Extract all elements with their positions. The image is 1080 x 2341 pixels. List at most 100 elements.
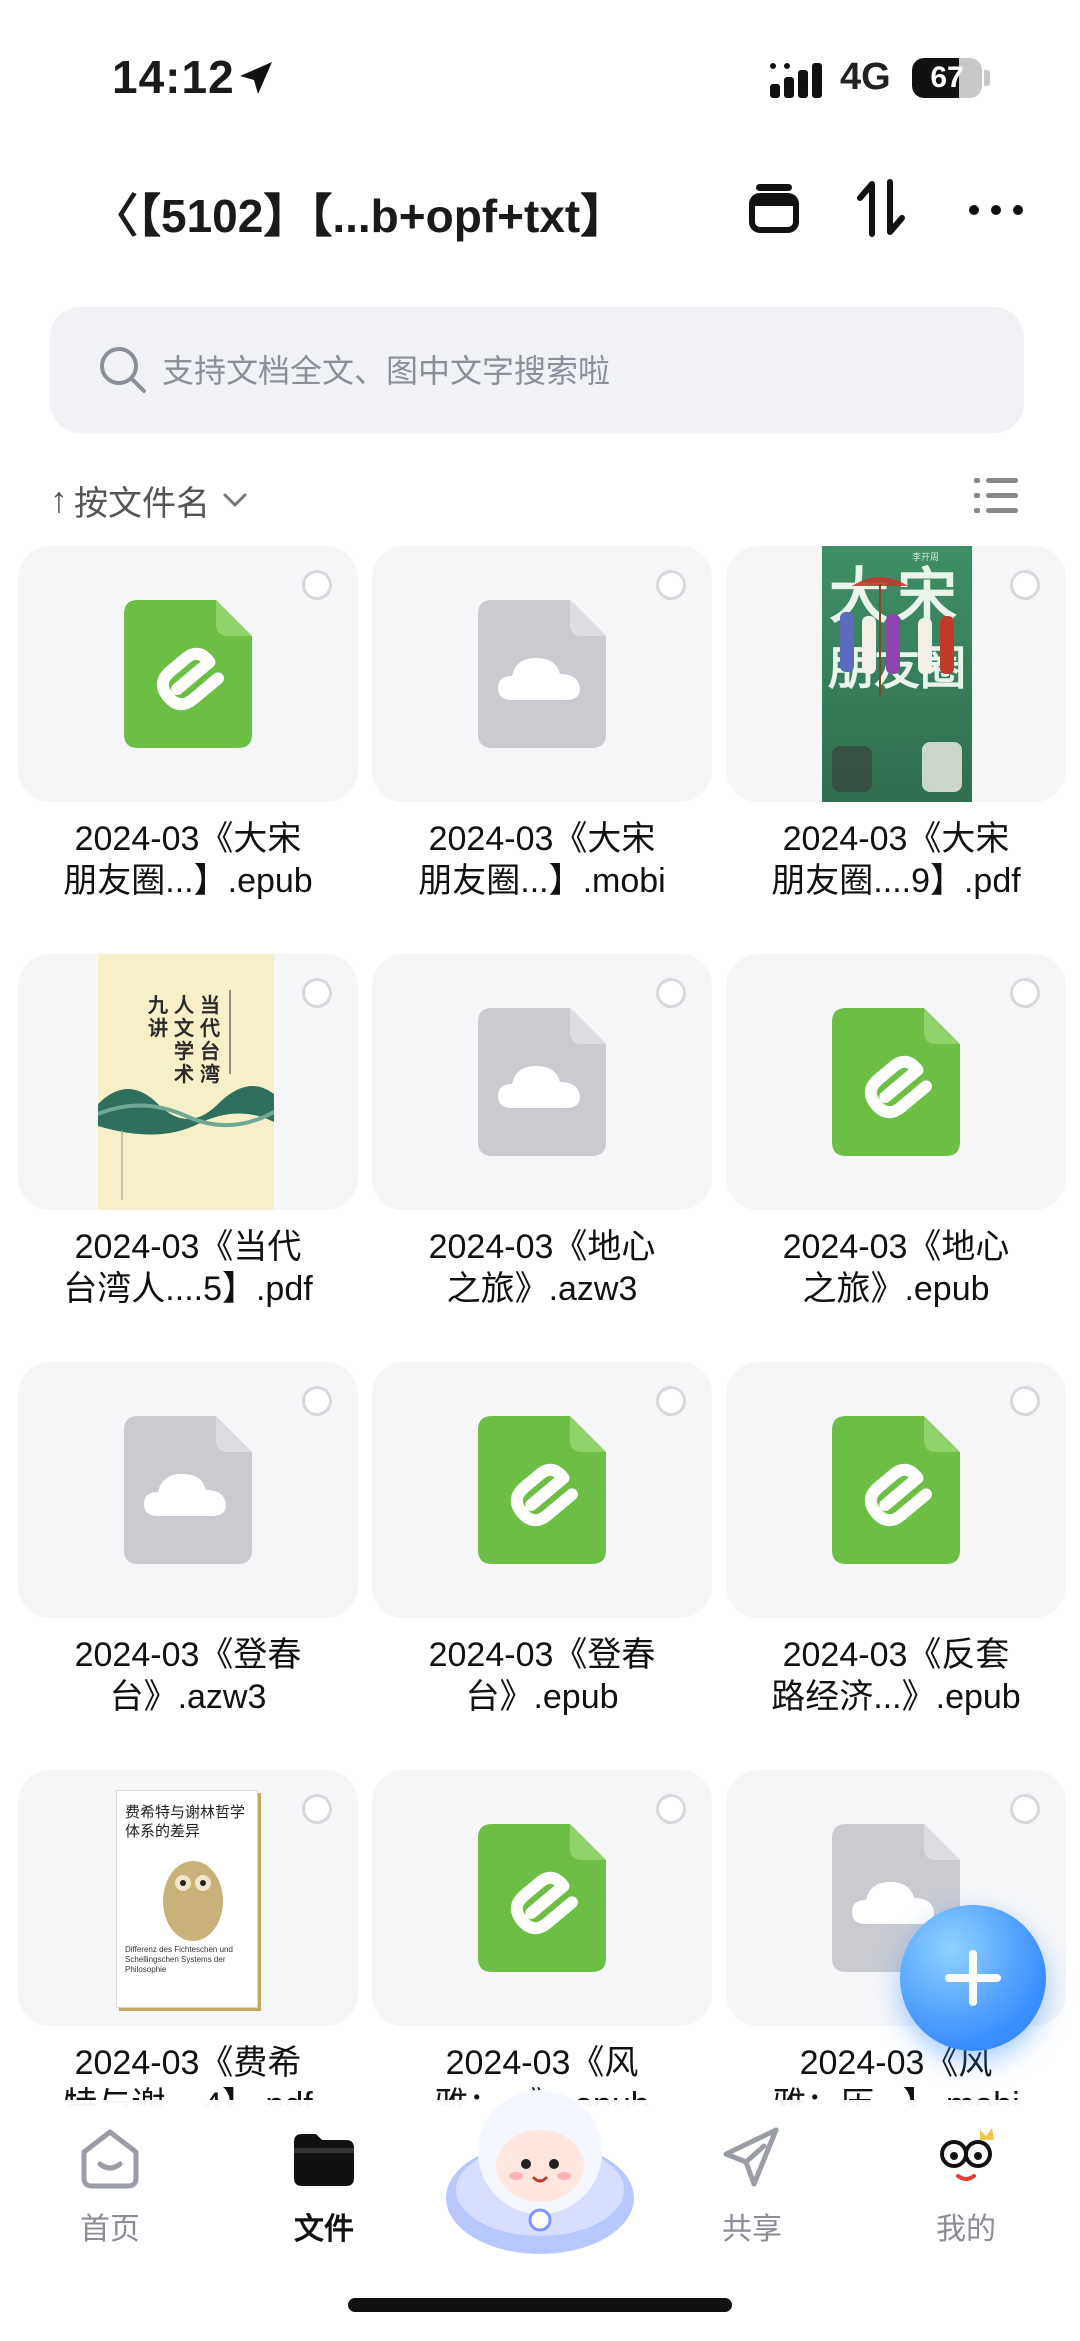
file-thumbnail bbox=[372, 1362, 712, 1618]
book-cover-image: 当代台湾 人文学术 九讲 bbox=[98, 954, 274, 1210]
nav-share[interactable]: 共享 bbox=[672, 2120, 832, 2250]
file-card[interactable]: 当代台湾 人文学术 九讲 2024-03《当代 台湾人....5】.pdf bbox=[18, 954, 358, 1324]
file-name: 2024-03《地心 之旅》.epub bbox=[716, 1226, 1066, 1310]
select-checkbox[interactable] bbox=[1010, 1386, 1040, 1416]
file-name: 2024-03《费希 特与谢....4】.pdf bbox=[18, 2042, 368, 2106]
file-thumbnail bbox=[372, 1770, 712, 2026]
file-thumbnail bbox=[726, 954, 1066, 1210]
file-name-line-2: 路经济...》.epub bbox=[771, 1678, 1021, 1716]
select-checkbox[interactable] bbox=[302, 978, 332, 1008]
home-icon bbox=[81, 2129, 139, 2189]
select-checkbox[interactable] bbox=[302, 1386, 332, 1416]
select-checkbox[interactable] bbox=[656, 978, 686, 1008]
file-card[interactable]: 2024-03《反套 路经济...》.epub bbox=[726, 1362, 1066, 1732]
cloud-file-icon bbox=[478, 1008, 606, 1156]
file-name: 2024-03《大宋 朋友圈...】.mobi bbox=[362, 818, 722, 902]
battery-tip bbox=[984, 70, 990, 86]
nav-mine[interactable]: 我的 bbox=[886, 2120, 1046, 2250]
file-name-line-2: 朋友圈....9】.pdf bbox=[771, 862, 1021, 900]
select-checkbox[interactable] bbox=[1010, 978, 1040, 1008]
cover-subtitle: Differenz des Fichteschen und Schellings… bbox=[125, 1945, 233, 1974]
file-card[interactable]: 费希特与谢林哲学体系的差异 Differenz des Fichteschen … bbox=[18, 1770, 358, 2106]
file-name-line-2: 之旅》.azw3 bbox=[446, 1270, 638, 1308]
file-card[interactable]: 2024-03《大宋 朋友圈...】.epub bbox=[18, 546, 358, 916]
select-checkbox[interactable] bbox=[656, 1386, 686, 1416]
file-name-line-1: 2024-03《登春 bbox=[428, 1636, 656, 1674]
file-name-line-1: 2024-03《费希 bbox=[74, 2044, 302, 2082]
profile-avatar-icon bbox=[940, 2128, 994, 2181]
file-name-line-2: 朋友圈...】.epub bbox=[63, 862, 313, 900]
sort-selector[interactable]: ↑ 按文件名 bbox=[50, 470, 250, 530]
file-name-line-1: 2024-03《登春 bbox=[74, 1636, 302, 1674]
file-name-line-2: 台湾人....5】.pdf bbox=[63, 1270, 313, 1308]
nav-home[interactable]: 首页 bbox=[30, 2120, 190, 2250]
file-name-line-1: 2024-03《大宋 bbox=[428, 820, 656, 858]
file-card[interactable]: 2024-03《地心 之旅》.epub bbox=[726, 954, 1066, 1324]
file-name-line-1: 2024-03《地心 bbox=[428, 1228, 656, 1266]
nav-files-label: 文件 bbox=[294, 2213, 354, 2246]
folder-icon bbox=[294, 2134, 354, 2186]
file-name: 2024-03《当代 台湾人....5】.pdf bbox=[18, 1226, 368, 1310]
select-checkbox[interactable] bbox=[656, 570, 686, 600]
more-dots-icon bbox=[969, 205, 1023, 215]
file-name-line-2: 之旅》.epub bbox=[802, 1270, 990, 1308]
folder-title[interactable]: 〈【5102】【...b+opf+txt】 bbox=[92, 180, 626, 246]
list-view-icon[interactable] bbox=[970, 470, 1022, 522]
file-name: 2024-03《地心 之旅》.azw3 bbox=[362, 1226, 722, 1310]
file-name: 2024-03《登春 台》.epub bbox=[362, 1634, 722, 1718]
sort-label: 按文件名 bbox=[74, 484, 210, 523]
epub-file-icon bbox=[832, 1008, 960, 1156]
nav-share-label: 共享 bbox=[722, 2213, 782, 2246]
file-name-line-1: 2024-03《反套 bbox=[782, 1636, 1010, 1674]
cover-wave-illustration bbox=[98, 990, 274, 1200]
select-checkbox[interactable] bbox=[656, 1794, 686, 1824]
nav-files[interactable]: 文件 bbox=[244, 2120, 404, 2250]
select-checkbox[interactable] bbox=[302, 570, 332, 600]
cloud-file-icon bbox=[478, 600, 606, 748]
assistant-mascot-icon[interactable] bbox=[442, 2070, 638, 2260]
epub-file-icon bbox=[124, 600, 252, 748]
file-card[interactable]: 2024-03《登春 台》.epub bbox=[372, 1362, 712, 1732]
file-grid: 2024-03《大宋 朋友圈...】.epub 2024-03《大宋 朋友圈...】… bbox=[18, 546, 1066, 2106]
file-name: 2024-03《大宋 朋友圈....9】.pdf bbox=[716, 818, 1066, 902]
file-thumbnail bbox=[18, 1362, 358, 1618]
more-button[interactable] bbox=[960, 172, 1032, 244]
file-name: 2024-03《反套 路经济...》.epub bbox=[716, 1634, 1066, 1718]
file-card[interactable]: 大宋 朋友圈 李开周 2024-03《大宋朋友圈....9】.pdf bbox=[726, 546, 1066, 916]
select-checkbox[interactable] bbox=[302, 1794, 332, 1824]
file-card[interactable]: 2024-03《风雅：...》.epub bbox=[372, 1770, 712, 2106]
book-cover-image: 大宋 朋友圈 李开周 bbox=[822, 546, 972, 802]
file-name-line-2: 台》.epub bbox=[465, 1678, 619, 1716]
book-cover-image: 费希特与谢林哲学体系的差异 Differenz des Fichteschen … bbox=[116, 1790, 258, 2008]
battery-icon: 67 bbox=[912, 58, 982, 98]
file-name-line-2: 台》.azw3 bbox=[109, 1678, 267, 1716]
search-icon bbox=[100, 347, 146, 393]
select-checkbox[interactable] bbox=[1010, 570, 1040, 600]
add-file-button[interactable] bbox=[900, 1905, 1046, 2051]
file-thumbnail bbox=[18, 546, 358, 802]
archive-button[interactable] bbox=[738, 172, 810, 244]
file-name: 2024-03《风 雅：历...】.mobi bbox=[716, 2042, 1066, 2106]
epub-file-icon bbox=[478, 1824, 606, 1972]
file-name: 2024-03《大宋 朋友圈...】.epub bbox=[18, 818, 368, 902]
file-thumbnail: 大宋 朋友圈 李开周 bbox=[726, 546, 1066, 802]
epub-file-icon bbox=[478, 1416, 606, 1564]
file-card[interactable]: 2024-03《地心 之旅》.azw3 bbox=[372, 954, 712, 1324]
search-input[interactable] bbox=[160, 307, 984, 435]
sort-order-button[interactable] bbox=[846, 172, 918, 244]
file-thumbnail bbox=[372, 546, 712, 802]
select-checkbox[interactable] bbox=[1010, 1794, 1040, 1824]
nav-mine-label: 我的 bbox=[936, 2213, 996, 2246]
file-name-line-1: 2024-03《大宋 bbox=[74, 820, 302, 858]
header: 〈【5102】【...b+opf+txt】 bbox=[0, 150, 1080, 270]
sort-direction-arrow: ↑ bbox=[50, 479, 68, 520]
file-card[interactable]: 2024-03《大宋 朋友圈...】.mobi bbox=[372, 546, 712, 916]
search-bar[interactable] bbox=[50, 307, 1024, 435]
status-bar: 14:12 4G 67 bbox=[0, 0, 1080, 150]
file-name-line-2: 朋友圈...】.mobi bbox=[418, 862, 666, 900]
battery-percent: 67 bbox=[930, 61, 964, 94]
nav-home-label: 首页 bbox=[80, 2213, 140, 2246]
file-name-line-1: 2024-03《风 bbox=[799, 2044, 993, 2082]
file-name-line-1: 2024-03《地心 bbox=[782, 1228, 1010, 1266]
file-card[interactable]: 2024-03《登春 台》.azw3 bbox=[18, 1362, 358, 1732]
